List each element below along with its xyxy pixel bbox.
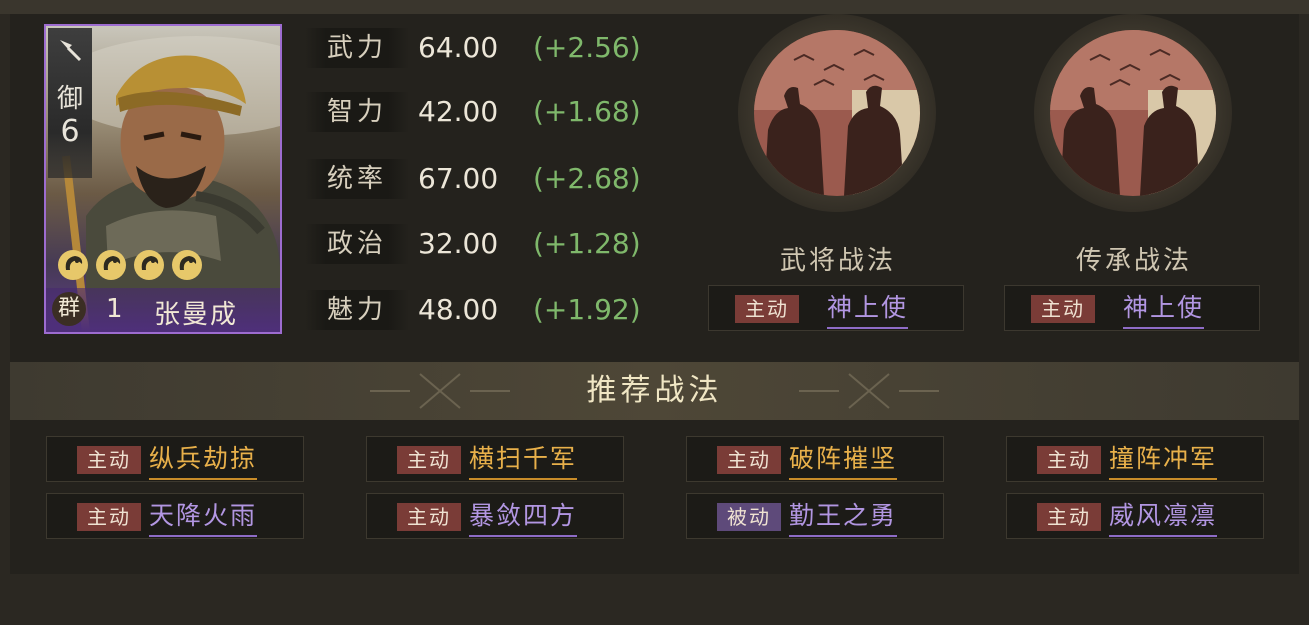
- attr-value: 64.00: [418, 31, 499, 64]
- attr-bonus: (+1.68): [533, 95, 641, 128]
- attr-bonus: (+2.56): [533, 31, 641, 64]
- star-icon: [96, 250, 126, 280]
- inherit-tactic-slot[interactable]: [1034, 14, 1232, 212]
- skill-name[interactable]: 神上使: [1123, 290, 1205, 329]
- troop-type-char: 御: [56, 84, 83, 114]
- active-badge: 主动: [77, 446, 141, 474]
- attr-value: 48.00: [418, 293, 499, 326]
- skill-name[interactable]: 撞阵冲军: [1109, 441, 1218, 480]
- passive-badge: 被动: [717, 503, 781, 531]
- star-icon: [134, 250, 164, 280]
- skill-name[interactable]: 纵兵劫掠: [149, 441, 258, 480]
- recommended-skill[interactable]: 主动 纵兵劫掠: [46, 436, 304, 482]
- hero-card[interactable]: 御 6 群 1 张曼成: [44, 24, 282, 334]
- active-badge: 主动: [77, 503, 141, 531]
- tactic-illustration: [1050, 30, 1216, 196]
- skill-name[interactable]: 暴敛四方: [469, 498, 578, 537]
- attr-label: 政治: [305, 224, 409, 264]
- troop-level: 6: [60, 114, 80, 149]
- hero-tactic-title: 武将战法: [779, 246, 896, 276]
- recommended-skill[interactable]: 主动 破阵摧坚: [686, 436, 944, 482]
- active-badge: 主动: [717, 446, 781, 474]
- attr-bonus: (+1.28): [533, 227, 641, 260]
- active-badge: 主动: [397, 503, 461, 531]
- skill-name[interactable]: 威风凛凛: [1109, 498, 1218, 537]
- attr-label: 统率: [305, 159, 409, 199]
- recommended-skill[interactable]: 被动 勤王之勇: [686, 493, 944, 539]
- attr-label: 武力: [305, 28, 409, 68]
- recommended-skill[interactable]: 主动 天降火雨: [46, 493, 304, 539]
- recommended-skill[interactable]: 主动 暴敛四方: [366, 493, 624, 539]
- star-icon: [172, 250, 202, 280]
- active-badge: 主动: [1037, 446, 1101, 474]
- tactic-illustration: [754, 30, 920, 196]
- skill-name[interactable]: 天降火雨: [149, 498, 258, 537]
- star-icon: [58, 250, 88, 280]
- attr-value: 32.00: [418, 227, 499, 260]
- hero-name: 张曼成: [154, 300, 239, 330]
- recommended-skill[interactable]: 主动 横扫千军: [366, 436, 624, 482]
- attr-label: 智力: [305, 92, 409, 132]
- attr-label: 魅力: [305, 290, 409, 330]
- skill-name[interactable]: 横扫千军: [469, 441, 578, 480]
- spear-icon: [60, 40, 82, 62]
- attr-bonus: (+2.68): [533, 162, 641, 195]
- hero-tactic-skill[interactable]: 主动 神上使: [708, 285, 964, 331]
- faction-badge: 群: [52, 292, 86, 326]
- skill-name[interactable]: 勤王之勇: [789, 498, 898, 537]
- troop-type-tag: 御 6: [48, 28, 92, 178]
- attr-value: 42.00: [418, 95, 499, 128]
- star-rating: [56, 248, 204, 286]
- recommended-header: 推荐战法: [10, 362, 1299, 420]
- attr-value: 67.00: [418, 162, 499, 195]
- attr-bonus: (+1.92): [533, 293, 641, 326]
- skill-name[interactable]: 神上使: [827, 290, 909, 329]
- inherit-tactic-skill[interactable]: 主动 神上使: [1004, 285, 1260, 331]
- recommended-skill[interactable]: 主动 威风凛凛: [1006, 493, 1264, 539]
- hero-tactic-slot[interactable]: [738, 14, 936, 212]
- hero-card-footer: 群 1 张曼成: [46, 288, 280, 332]
- top-strip: [0, 0, 1309, 14]
- active-badge: 主动: [735, 295, 799, 323]
- active-badge: 主动: [1037, 503, 1101, 531]
- hero-cost: 1: [106, 294, 123, 324]
- inherit-tactic-title: 传承战法: [1075, 246, 1192, 276]
- recommended-skill[interactable]: 主动 撞阵冲军: [1006, 436, 1264, 482]
- active-badge: 主动: [1031, 295, 1095, 323]
- recommended-title: 推荐战法: [586, 373, 723, 408]
- active-badge: 主动: [397, 446, 461, 474]
- bottom-band: [0, 574, 1309, 625]
- skill-name[interactable]: 破阵摧坚: [789, 441, 898, 480]
